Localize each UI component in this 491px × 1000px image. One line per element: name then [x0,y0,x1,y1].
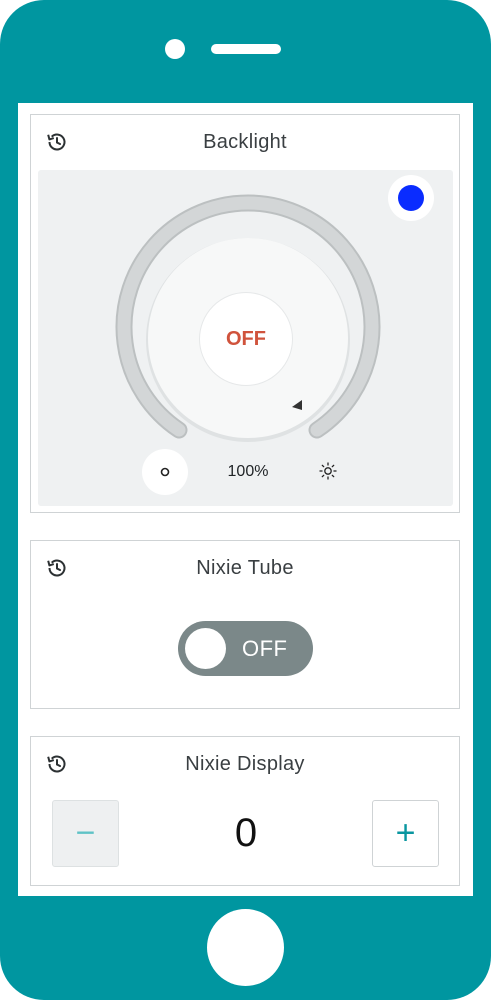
phone-frame: Backlight OFF 100% Nixie Tube OFF Nixie … [0,0,491,1000]
power-toggle-center[interactable]: OFF [199,292,293,386]
display-value: 0 [234,811,258,855]
switch-state-label: OFF [242,636,288,661]
brightness-value: 100% [227,463,269,480]
brightness-low-icon [160,467,170,477]
decrement-button[interactable]: − [52,800,119,867]
home-button[interactable] [207,909,284,986]
speaker-slot [211,44,281,54]
brightness-high-icon[interactable] [318,461,338,481]
card-title: Nixie Display [185,753,305,775]
power-state-label: OFF [226,327,266,350]
backlight-control-panel: OFF 100% [38,170,453,506]
nixie-tube-card: Nixie Tube OFF [30,540,460,709]
increment-button[interactable]: + [372,800,439,867]
backlight-card: Backlight OFF 100% [30,114,460,513]
nixie-tube-switch[interactable]: OFF [178,621,313,676]
card-title: Nixie Tube [196,557,294,579]
switch-knob [185,628,226,669]
card-title: Backlight [203,131,287,153]
brightness-decrease-button[interactable] [142,449,188,495]
camera-dot [165,39,185,59]
nixie-display-card: Nixie Display − 0 + [30,736,460,886]
